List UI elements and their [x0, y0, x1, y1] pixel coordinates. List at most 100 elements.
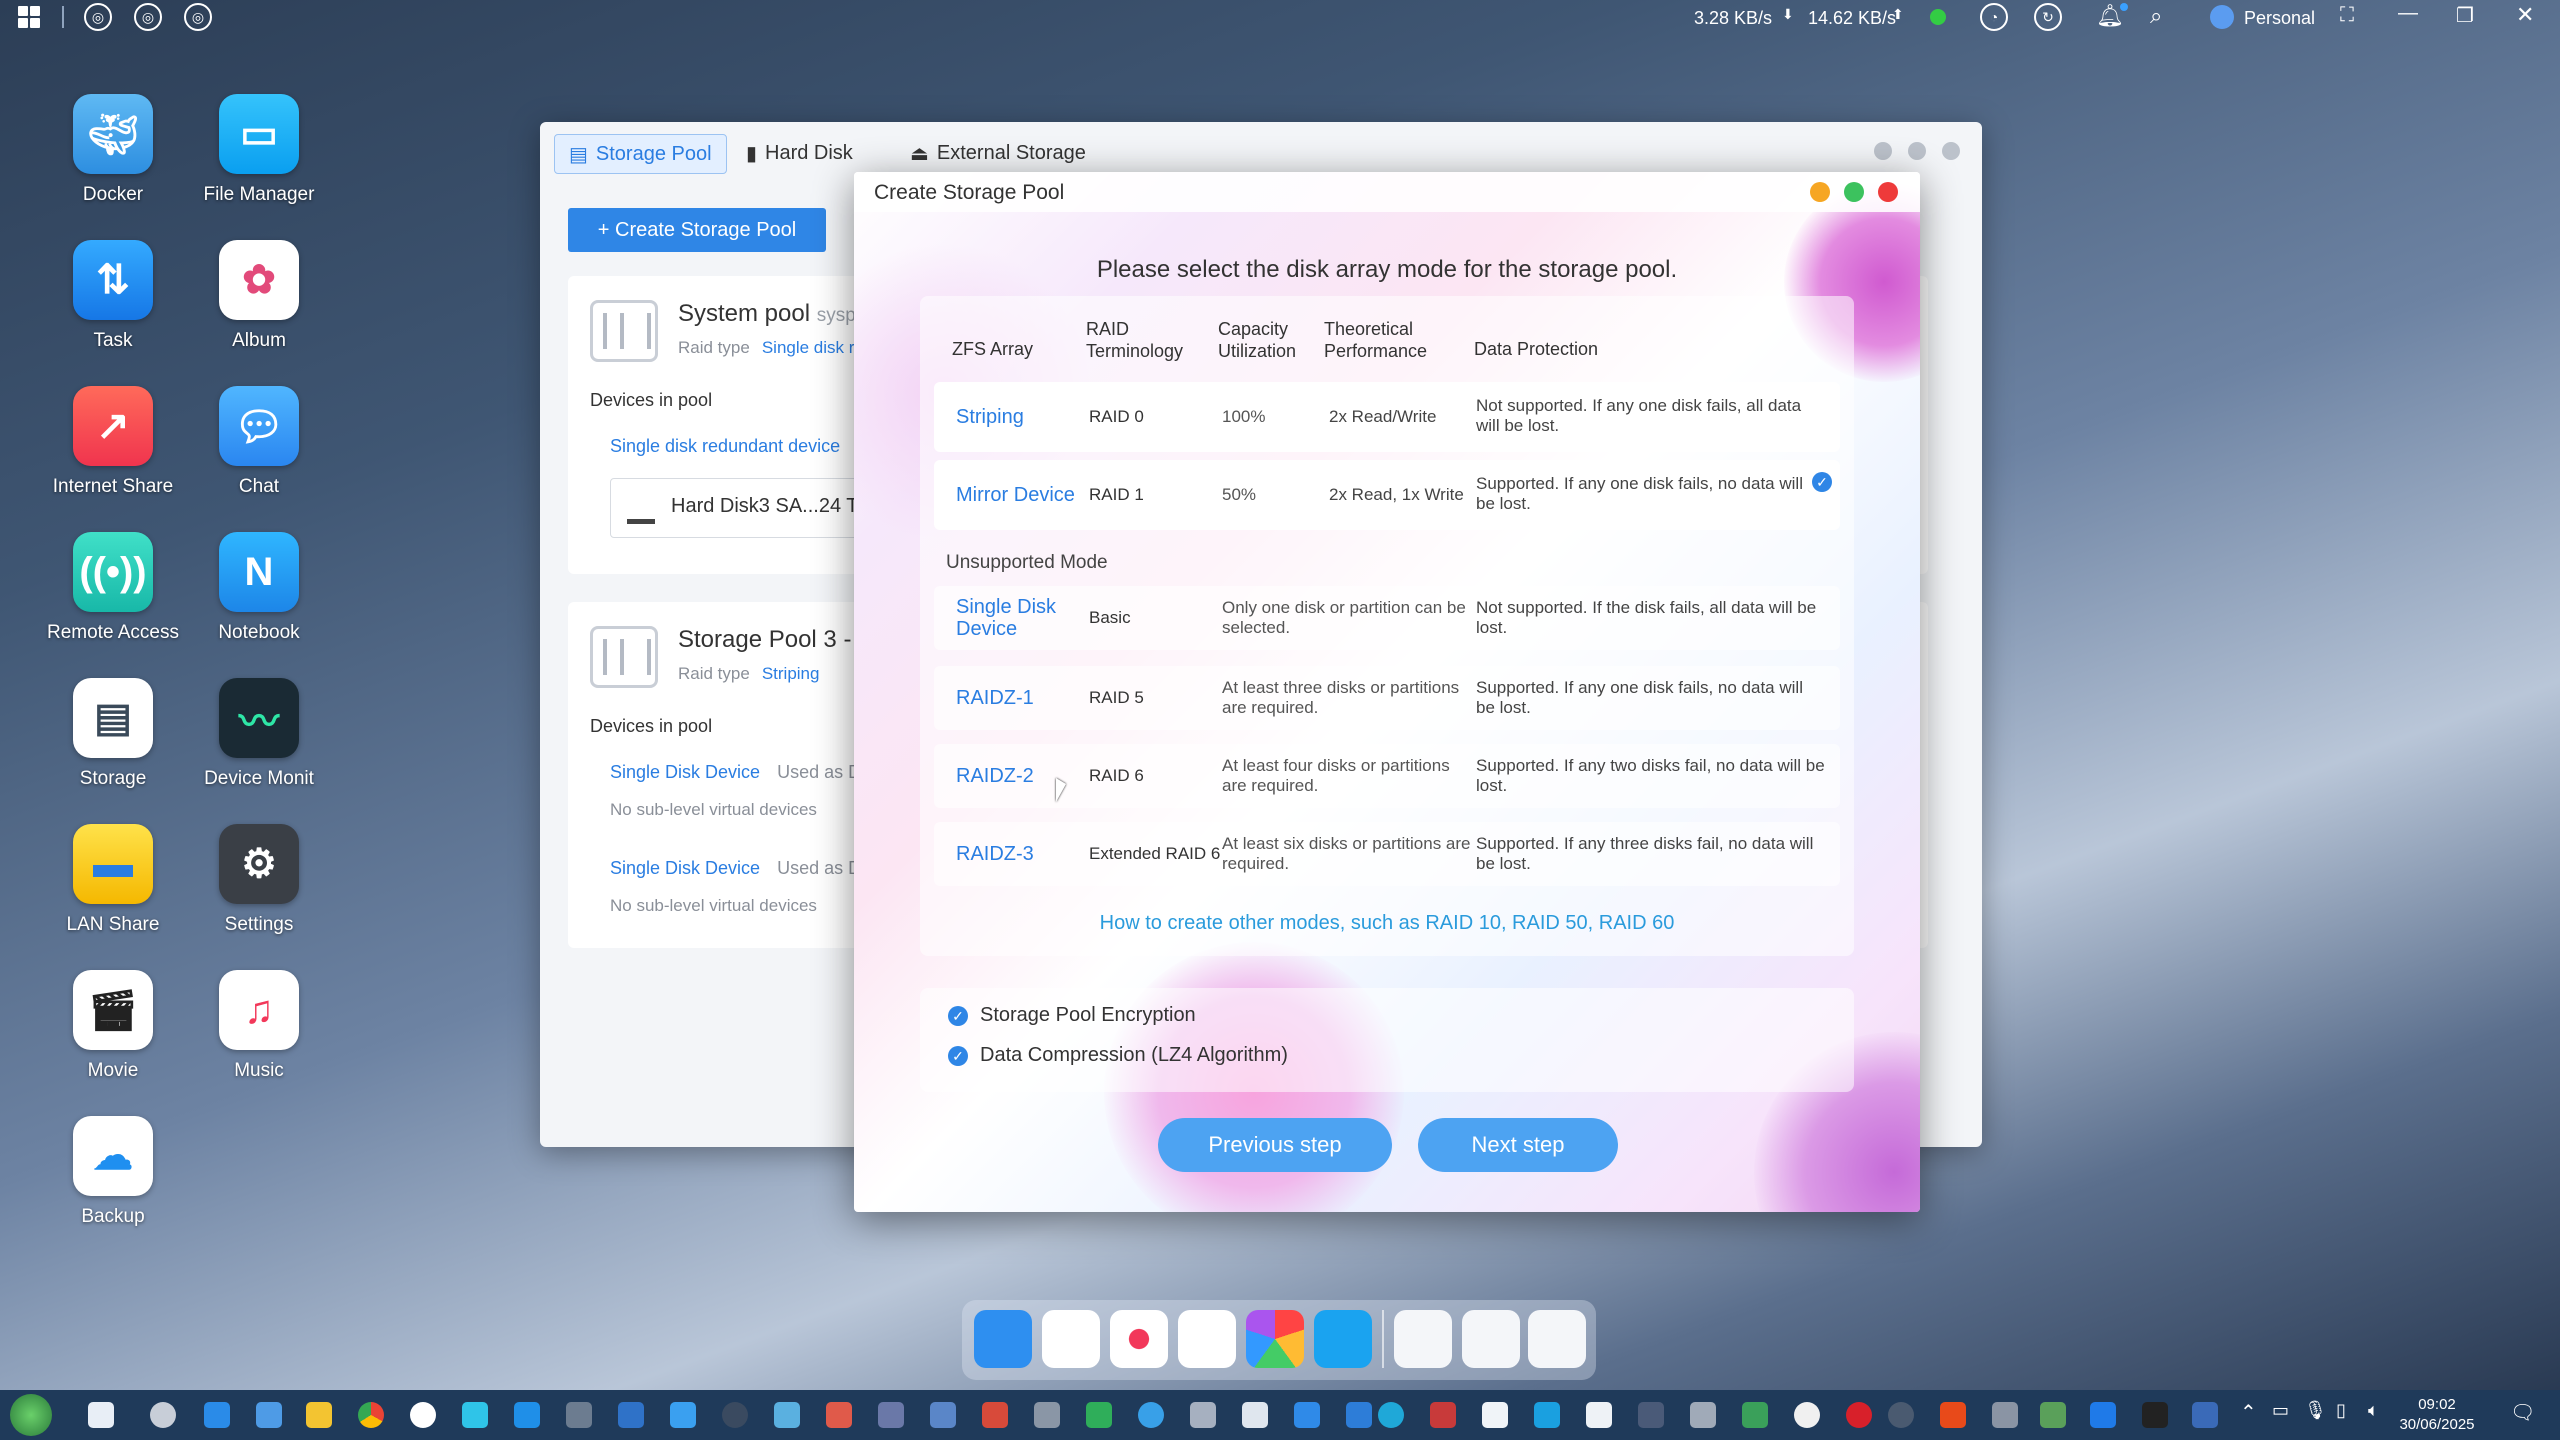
zoom-icon[interactable]: [1346, 1402, 1372, 1428]
app-status-icon-2[interactable]: ◎: [134, 3, 162, 31]
dock-music-icon[interactable]: [1110, 1310, 1168, 1368]
desktop-icon-backup[interactable]: ☁ Backup: [38, 1116, 188, 1228]
minimize-icon[interactable]: —: [2398, 2, 2418, 25]
taskbar-app-icon[interactable]: [722, 1402, 748, 1428]
volume-icon[interactable]: 🔈︎: [2368, 1400, 2379, 1421]
taskbar-app-icon[interactable]: [1034, 1402, 1060, 1428]
device-link[interactable]: Single Disk Device Used as Dat: [610, 858, 876, 879]
taskbar-app-icon[interactable]: [204, 1402, 230, 1428]
taskbar-app-icon[interactable]: [410, 1402, 436, 1428]
task-view-icon[interactable]: [88, 1402, 114, 1428]
taskbar-app-icon[interactable]: [2142, 1402, 2168, 1428]
taskbar-app-icon[interactable]: [2192, 1402, 2218, 1428]
taskbar-app-icon[interactable]: [1294, 1402, 1320, 1428]
window-minimize-button[interactable]: [1874, 142, 1892, 160]
skype-icon[interactable]: [1534, 1402, 1560, 1428]
close-button[interactable]: [1878, 182, 1898, 202]
mode-row-striping[interactable]: Striping RAID 0 100% 2x Read/Write Not s…: [934, 382, 1840, 452]
device-link[interactable]: Single Disk Device Used as Dat: [610, 762, 876, 783]
minimize-button[interactable]: [1810, 182, 1830, 202]
edge-icon[interactable]: [1378, 1402, 1404, 1428]
next-step-button[interactable]: Next step: [1418, 1118, 1618, 1172]
taskbar-app-icon[interactable]: [1430, 1402, 1456, 1428]
desktop-icon-docker[interactable]: 🐳︎ Docker: [38, 94, 188, 206]
previous-step-button[interactable]: Previous step: [1158, 1118, 1392, 1172]
compression-option[interactable]: ✓ Data Compression (LZ4 Algorithm): [948, 1044, 1288, 1067]
desktop-icon-chat[interactable]: 💬︎ Chat: [184, 386, 334, 498]
dock-album-icon[interactable]: [1246, 1310, 1304, 1368]
taskbar-app-icon[interactable]: [774, 1402, 800, 1428]
maximize-button[interactable]: [1844, 182, 1864, 202]
file-explorer-icon[interactable]: [306, 1402, 332, 1428]
search-icon[interactable]: ⌕: [2150, 3, 2162, 29]
taskbar-app-icon[interactable]: [514, 1402, 540, 1428]
mode-row-mirror-device[interactable]: Mirror Device RAID 1 50% 2x Read, 1x Wri…: [934, 460, 1840, 530]
taskbar-app-icon[interactable]: [930, 1402, 956, 1428]
taskbar-app-icon[interactable]: [2040, 1402, 2066, 1428]
tray-icon[interactable]: ▭: [2272, 1400, 2289, 1421]
taskbar-app-icon[interactable]: [1690, 1402, 1716, 1428]
start-button-icon[interactable]: [10, 1394, 52, 1436]
clock-date[interactable]: 30/06/2025: [2392, 1416, 2482, 1433]
opera-icon[interactable]: [1846, 1402, 1872, 1428]
sync-icon[interactable]: ↻: [2034, 3, 2062, 31]
dock-app-center-icon[interactable]: [974, 1310, 1032, 1368]
taskbar-app-icon[interactable]: [1482, 1402, 1508, 1428]
taskbar-app-icon[interactable]: [566, 1402, 592, 1428]
window-maximize-button[interactable]: [1908, 142, 1926, 160]
tab-hard-disk[interactable]: ▮ Hard Disk: [732, 134, 867, 172]
desktop-icon-internet-share[interactable]: ↗ Internet Share: [38, 386, 188, 498]
microphone-icon[interactable]: 🎙︎: [2304, 1400, 2327, 1421]
dock-recycle-icon[interactable]: [1042, 1310, 1100, 1368]
settings-gear-icon[interactable]: [150, 1402, 176, 1428]
user-name[interactable]: Personal: [2244, 8, 2315, 29]
taskbar-app-icon[interactable]: [1794, 1402, 1820, 1428]
clock-time[interactable]: 09:02: [2402, 1396, 2472, 1413]
close-icon[interactable]: ✕: [2516, 2, 2534, 28]
desktop-icon-storage[interactable]: ▤ Storage: [38, 678, 188, 790]
desktop-icon-movie[interactable]: 🎬︎ Movie: [38, 970, 188, 1082]
taskbar-app-icon[interactable]: [2090, 1402, 2116, 1428]
window-close-button[interactable]: [1942, 142, 1960, 160]
desktop-icon-lan-share[interactable]: ▬ LAN Share: [38, 824, 188, 936]
other-modes-help-link[interactable]: How to create other modes, such as RAID …: [920, 912, 1854, 935]
taskbar-app-icon[interactable]: [982, 1402, 1008, 1428]
taskbar-app-icon[interactable]: [1242, 1402, 1268, 1428]
taskbar-app-icon[interactable]: [462, 1402, 488, 1428]
taskbar-app-icon[interactable]: [618, 1402, 644, 1428]
taskbar-app-icon[interactable]: [1138, 1402, 1164, 1428]
taskbar-app-icon[interactable]: [878, 1402, 904, 1428]
device-link[interactable]: Single disk redundant device U: [610, 436, 866, 457]
clock-icon[interactable]: ◔: [1980, 3, 2008, 31]
notification-center-icon[interactable]: 🗨︎: [2510, 1400, 2535, 1425]
checkbox-checked-icon[interactable]: ✓: [948, 1045, 968, 1066]
checkbox-checked-icon[interactable]: ✓: [948, 1005, 968, 1026]
desktop-icon-notebook[interactable]: N Notebook: [184, 532, 334, 644]
chrome-icon[interactable]: [358, 1402, 384, 1428]
tab-external-storage[interactable]: ⏏ External Storage: [896, 134, 1100, 172]
restore-icon[interactable]: ❐: [2456, 3, 2474, 28]
desktop-icon-device-monitor[interactable]: 〰 Device Monit: [184, 678, 334, 790]
taskbar-app-icon[interactable]: [1190, 1402, 1216, 1428]
desktop-icon-music[interactable]: ♫ Music: [184, 970, 334, 1082]
windows-menu-icon[interactable]: [18, 6, 40, 28]
user-avatar-icon[interactable]: [2210, 5, 2234, 29]
encryption-option[interactable]: ✓ Storage Pool Encryption: [948, 1004, 1196, 1027]
desktop-icon-task[interactable]: ⇅ Task: [38, 240, 188, 352]
desktop-icon-settings[interactable]: ⚙ Settings: [184, 824, 334, 936]
create-storage-pool-button[interactable]: + Create Storage Pool: [568, 208, 826, 252]
taskbar-app-icon[interactable]: [1888, 1402, 1914, 1428]
tab-storage-pool[interactable]: ▤ Storage Pool: [554, 134, 727, 174]
desktop-icon-album[interactable]: ✿ Album: [184, 240, 334, 352]
dock-window-thumb-icon[interactable]: [1394, 1310, 1452, 1368]
taskbar-app-icon[interactable]: [826, 1402, 852, 1428]
taskbar-app-icon[interactable]: [256, 1402, 282, 1428]
dock-file-manager-icon[interactable]: [1314, 1310, 1372, 1368]
dock-window-thumb-icon[interactable]: [1528, 1310, 1586, 1368]
fullscreen-icon[interactable]: ⛶: [2340, 4, 2354, 27]
taskbar-app-icon[interactable]: [1586, 1402, 1612, 1428]
desktop-icon-file-manager[interactable]: ▭ File Manager: [184, 94, 334, 206]
taskbar-app-icon[interactable]: [1086, 1402, 1112, 1428]
app-status-icon-3[interactable]: ◎: [184, 3, 212, 31]
chevron-up-icon[interactable]: ⌃: [2240, 1400, 2257, 1425]
